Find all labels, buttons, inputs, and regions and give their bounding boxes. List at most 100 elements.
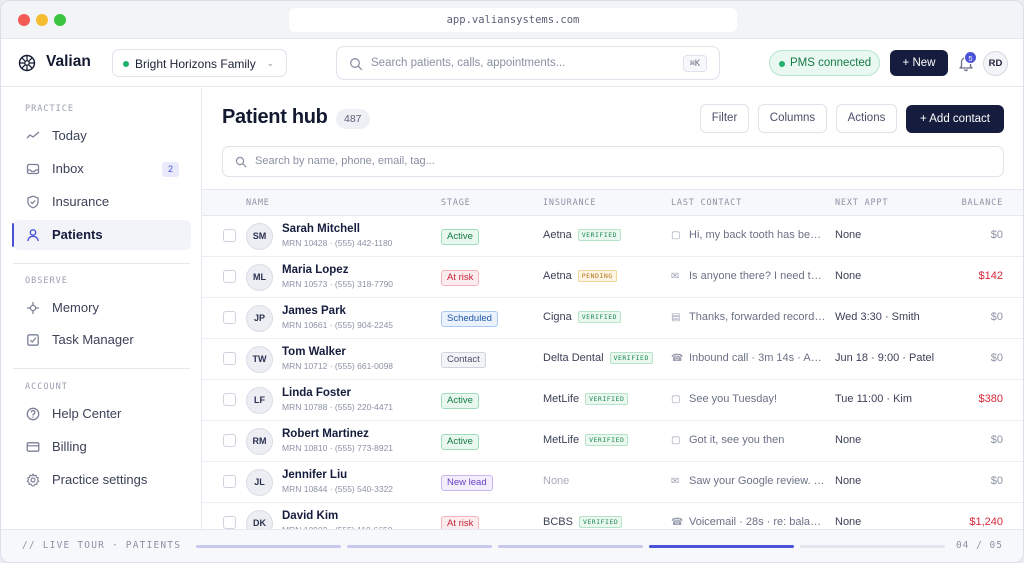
sidebar-item-insurance[interactable]: Insurance — [13, 187, 191, 217]
doc-icon: ▤ — [671, 312, 681, 323]
patient-name[interactable]: David Kim — [282, 510, 338, 522]
balance-cell: $1,240 — [969, 516, 1003, 528]
add-contact-button[interactable]: + Add contact — [906, 105, 1004, 133]
global-search-input[interactable]: Search patients, calls, appointments... … — [336, 46, 720, 80]
column-header-last-contact[interactable]: LAST CONTACT — [671, 198, 742, 208]
tour-step-segment[interactable] — [347, 545, 492, 548]
actions-button[interactable]: Actions — [836, 104, 897, 133]
columns-button[interactable]: Columns — [758, 104, 827, 133]
filter-button[interactable]: Filter — [700, 104, 749, 133]
insurance-status-badge: VERIFIED — [577, 229, 622, 241]
table-row[interactable]: ML Maria Lopez MRN 10573 · (555) 318-7790 A… — [202, 257, 1023, 298]
maximize-window-button[interactable] — [54, 14, 66, 26]
insurance-cell: MetLife VERIFIED — [543, 434, 629, 446]
avatar: LF — [246, 387, 273, 414]
last-contact-cell[interactable]: ▢ Got it, see you then — [671, 434, 827, 446]
last-contact-cell[interactable]: ✉ Is anyone there? I need to reschedule — [671, 270, 827, 282]
insurance-cell: Aetna VERIFIED — [543, 229, 622, 241]
section-label-account: ACCOUNT — [25, 382, 68, 392]
column-header-next-appt[interactable]: NEXT APPT — [835, 198, 888, 208]
sidebar-item-today[interactable]: Today — [13, 121, 191, 151]
table-row[interactable]: JP James Park MRN 10661 · (555) 904-2245 Sc… — [202, 298, 1023, 339]
user-avatar[interactable]: RD — [983, 51, 1008, 76]
table-row[interactable]: SM Sarah Mitchell MRN 10428 · (555) 442-11… — [202, 216, 1023, 257]
address-bar[interactable]: app.valiansystems.com — [289, 8, 737, 32]
table-row[interactable]: LF Linda Foster MRN 10788 · (555) 220-4471… — [202, 380, 1023, 421]
tour-step-segment[interactable] — [196, 545, 341, 548]
mail-icon: ✉ — [671, 476, 680, 487]
table-row[interactable]: TW Tom Walker MRN 10712 · (555) 661-0098 Co… — [202, 339, 1023, 380]
insurance-status-badge: VERIFIED — [585, 434, 629, 446]
row-checkbox[interactable] — [223, 311, 236, 324]
column-header-name[interactable]: NAME — [246, 198, 270, 208]
sidebar-item-patients[interactable]: Patients — [12, 220, 191, 250]
stage-badge: Contact — [441, 352, 486, 368]
last-contact-cell[interactable]: ▢ Hi, my back tooth has been bothering me — [671, 229, 827, 241]
row-checkbox[interactable] — [223, 229, 236, 242]
patient-name[interactable]: Sarah Mitchell — [282, 223, 360, 235]
row-checkbox[interactable] — [223, 516, 236, 529]
patient-name[interactable]: Robert Martinez — [282, 428, 369, 440]
practice-switcher[interactable]: Bright Horizons Family ⌄ — [112, 49, 287, 77]
new-button[interactable]: + New — [890, 50, 948, 76]
last-contact-cell[interactable]: ▢ See you Tuesday! — [671, 393, 827, 405]
row-checkbox[interactable] — [223, 270, 236, 283]
patient-name[interactable]: Tom Walker — [282, 346, 346, 358]
row-checkbox[interactable] — [223, 475, 236, 488]
pms-status-badge[interactable]: PMS connected — [769, 50, 880, 76]
last-contact-cell[interactable]: ☎ Voicemail · 28s · re: balance — [671, 516, 827, 528]
tour-step-segment[interactable] — [800, 545, 945, 548]
last-contact-cell[interactable]: ✉ Saw your Google review. Taking new pati… — [671, 475, 827, 487]
insurance-cell: Delta Dental VERIFIED — [543, 352, 653, 364]
row-checkbox[interactable] — [223, 434, 236, 447]
last-contact-cell[interactable]: ▤ Thanks, forwarded records to the office — [671, 311, 827, 323]
minimize-window-button[interactable] — [36, 14, 48, 26]
table-row[interactable]: DKDavid KimMRN 10902 · (555) 118-6650At … — [202, 503, 1023, 529]
balance-cell: $0 — [990, 352, 1003, 364]
next-appt-cell: None — [835, 516, 862, 528]
last-contact-text: Is anyone there? I need to reschedule — [689, 270, 827, 282]
column-header-balance[interactable]: BALANCE — [962, 198, 1003, 208]
table-row[interactable]: RM Robert Martinez MRN 10810 · (555) 773-8… — [202, 421, 1023, 462]
patient-name[interactable]: Linda Foster — [282, 387, 351, 399]
mail-icon: ✉ — [671, 271, 680, 282]
table-row[interactable]: JL Jennifer Liu MRN 10844 · (555) 540-3322… — [202, 462, 1023, 503]
patient-name[interactable]: James Park — [282, 305, 346, 317]
row-checkbox[interactable] — [223, 352, 236, 365]
row-checkbox[interactable] — [223, 393, 236, 406]
sidebar-item-label: Today — [52, 128, 87, 143]
tour-label: // LIVE TOUR · PATIENTS — [22, 540, 182, 551]
insurance-name: MetLife — [543, 434, 580, 446]
chat-icon: ▢ — [671, 230, 681, 241]
insurance-name: None — [543, 475, 570, 487]
gear-icon — [26, 473, 40, 487]
stage-badge: New lead — [441, 475, 493, 491]
patient-search-input[interactable]: Search by name, phone, email, tag... — [222, 146, 1004, 177]
insurance-name: Aetna — [543, 270, 572, 282]
sidebar-item-billing[interactable]: Billing — [13, 432, 191, 462]
last-contact-text: Thanks, forwarded records to the office — [689, 311, 827, 323]
avatar: JL — [246, 469, 273, 496]
column-header-insurance[interactable]: INSURANCE — [543, 198, 596, 208]
patient-name[interactable]: Maria Lopez — [282, 264, 348, 276]
inbox-count-badge: 2 — [162, 162, 179, 177]
sidebar-item-inbox[interactable]: Inbox 2 — [13, 154, 191, 184]
notification-count-badge: 5 — [964, 51, 977, 64]
divider — [13, 368, 190, 369]
chat-icon: ▢ — [671, 394, 681, 405]
close-window-button[interactable] — [18, 14, 30, 26]
tour-step-segment[interactable] — [498, 545, 643, 548]
stage-badge: Scheduled — [441, 311, 498, 327]
sidebar-item-memory[interactable]: Memory — [13, 293, 191, 323]
patient-meta: MRN 10788 · (555) 220-4471 — [282, 402, 394, 412]
column-header-stage[interactable]: STAGE — [441, 198, 471, 208]
tour-step-segment[interactable] — [649, 545, 794, 548]
sidebar-item-practice-settings[interactable]: Practice settings — [13, 465, 191, 495]
sidebar-item-task-manager[interactable]: Task Manager — [13, 325, 191, 355]
patient-name[interactable]: Jennifer Liu — [282, 469, 347, 481]
sidebar-item-help-center[interactable]: Help Center — [13, 399, 191, 429]
balance-cell: $0 — [990, 434, 1003, 446]
sidebar-item-label: Inbox — [52, 161, 84, 176]
next-appt-cell: Tue 11:00 · Kim — [835, 393, 913, 405]
last-contact-cell[interactable]: ☎ Inbound call · 3m 14s · Ambient summary — [671, 352, 827, 364]
